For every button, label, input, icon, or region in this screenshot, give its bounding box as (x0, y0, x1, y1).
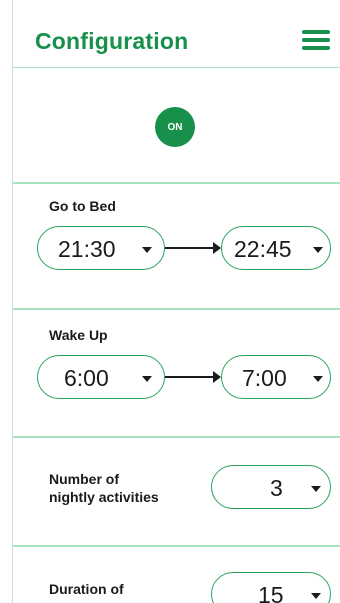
arrow-right-icon (165, 242, 221, 254)
activity-duration-value: 15 (258, 582, 284, 603)
power-toggle-button[interactable]: ON (155, 107, 195, 147)
chevron-down-icon (142, 247, 152, 253)
power-section: ON (13, 68, 340, 182)
divider (13, 436, 340, 438)
chevron-down-icon (313, 247, 323, 253)
divider (13, 308, 340, 310)
bed-to-select[interactable]: 22:45 (221, 226, 331, 270)
activities-count-label-line2: nightly activities (49, 489, 159, 505)
activities-count-label: Number of nightly activities (49, 470, 159, 506)
bed-from-value: 21:30 (58, 236, 116, 262)
header-bar: Configuration (13, 0, 340, 68)
wake-up-label: Wake Up (49, 327, 108, 343)
wake-from-value: 6:00 (64, 365, 109, 391)
wake-to-select[interactable]: 7:00 (221, 355, 331, 399)
wake-to-value: 7:00 (242, 365, 287, 391)
activity-duration-label: Duration of (49, 581, 124, 597)
activities-count-label-line1: Number of (49, 471, 119, 487)
chevron-down-icon (142, 376, 152, 382)
bed-from-select[interactable]: 21:30 (37, 226, 165, 270)
divider (13, 545, 340, 547)
divider (13, 182, 340, 184)
page-title: Configuration (35, 28, 189, 54)
configuration-panel: Configuration ON Go to Bed 21:30 22:45 W… (12, 0, 340, 603)
chevron-down-icon (311, 593, 321, 599)
go-to-bed-label: Go to Bed (49, 198, 116, 214)
activities-count-select[interactable]: 3 (211, 465, 331, 509)
bed-to-value: 22:45 (234, 236, 292, 262)
chevron-down-icon (313, 376, 323, 382)
chevron-down-icon (311, 486, 321, 492)
hamburger-menu-icon[interactable] (302, 30, 330, 52)
wake-from-select[interactable]: 6:00 (37, 355, 165, 399)
activities-count-value: 3 (270, 475, 283, 501)
activity-duration-select[interactable]: 15 (211, 572, 331, 603)
arrow-right-icon (165, 371, 221, 383)
